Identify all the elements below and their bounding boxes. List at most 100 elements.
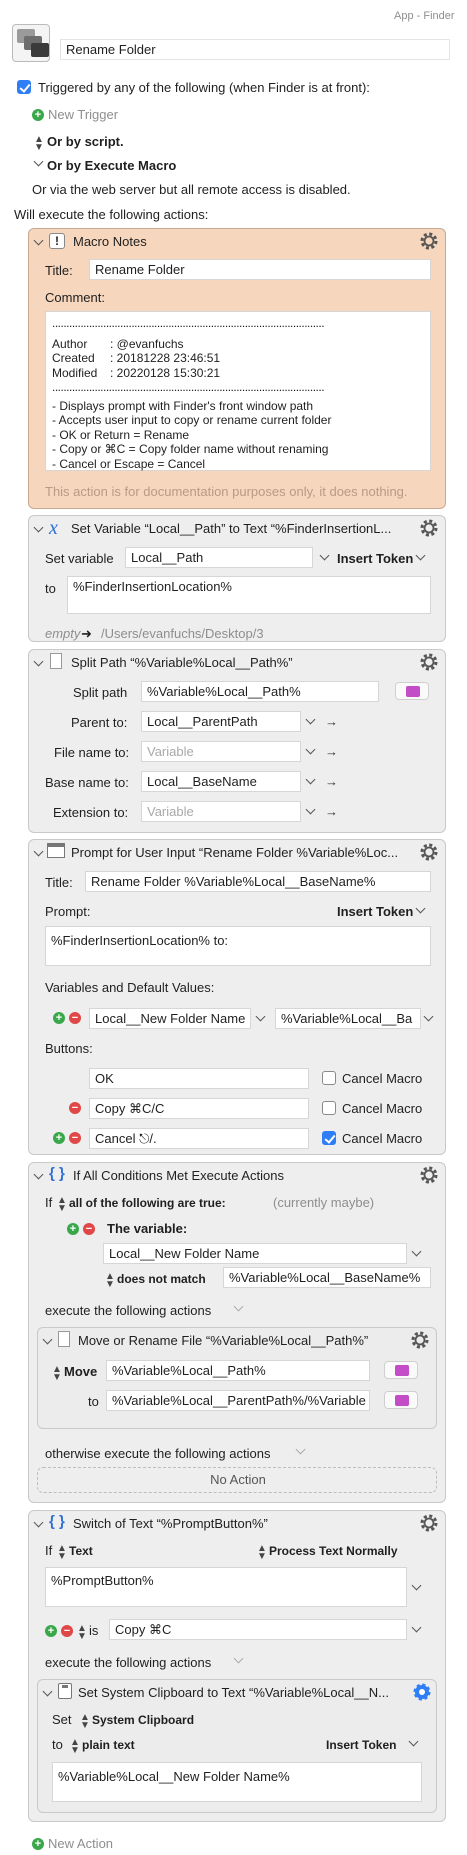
chevron-down-icon[interactable]: [408, 1736, 419, 1747]
new-action-link[interactable]: New Action: [48, 1836, 113, 1852]
set-clipboard-action[interactable]: Set System Clipboard to Text “%Variable%…: [37, 1679, 437, 1813]
prompt-text-field[interactable]: %FinderInsertionLocation% to:: [45, 926, 431, 966]
cancel-macro-checkbox[interactable]: [322, 1101, 336, 1115]
new-action-plus-icon[interactable]: +: [32, 1838, 44, 1850]
button-ok-field[interactable]: OK: [89, 1068, 309, 1089]
plain-text-selector[interactable]: plain text: [82, 1737, 135, 1753]
collapse-chevron-icon[interactable]: [33, 846, 44, 857]
button-cancel-field[interactable]: Cancel ⎋/.: [89, 1128, 309, 1149]
folder-picker-icon[interactable]: [384, 1361, 418, 1379]
updown-icon[interactable]: ▲ ▼: [52, 1365, 62, 1383]
or-by-execute-macro-label[interactable]: Or by Execute Macro: [47, 158, 176, 174]
collapse-chevron-icon[interactable]: [42, 1334, 53, 1345]
collapse-chevron-icon[interactable]: [33, 235, 44, 246]
clipboard-selector[interactable]: System Clipboard: [92, 1712, 194, 1728]
move-mode-selector[interactable]: Move: [64, 1364, 97, 1380]
folder-picker-icon[interactable]: [384, 1391, 418, 1409]
chevron-down-icon[interactable]: [423, 1011, 434, 1022]
file-name-to-field[interactable]: Variable: [141, 741, 301, 762]
chevron-down-icon[interactable]: [411, 1246, 422, 1257]
notes-title-field[interactable]: Rename Folder: [89, 259, 431, 280]
does-not-match-selector[interactable]: does not match: [117, 1271, 206, 1287]
no-action-drop-zone[interactable]: No Action: [37, 1467, 437, 1493]
chevron-down-icon[interactable]: [305, 774, 316, 785]
move-rename-action[interactable]: Move or Rename File “%Variable%Local__Pa…: [37, 1327, 437, 1429]
condition-variable-field[interactable]: Local__New Folder Name: [103, 1243, 407, 1264]
variable-default-field[interactable]: %Variable%Local__Ba: [275, 1008, 421, 1029]
move-to-field[interactable]: %Variable%Local__ParentPath%/%Variable: [106, 1390, 370, 1411]
gear-icon[interactable]: [419, 842, 439, 862]
new-trigger-plus-icon[interactable]: +: [32, 109, 44, 121]
gear-icon[interactable]: [419, 1513, 439, 1533]
split-path-action[interactable]: Split Path “%Variable%Local__Path%” Spli…: [28, 649, 446, 833]
match-value-field[interactable]: %Variable%Local__BaseName%: [223, 1267, 431, 1288]
prompt-title-field[interactable]: Rename Folder %Variable%Local__BaseName%: [85, 871, 431, 892]
chevron-down-icon[interactable]: [233, 1653, 244, 1664]
add-variable-plus-icon[interactable]: +: [53, 1012, 65, 1024]
new-trigger-link[interactable]: New Trigger: [48, 107, 118, 123]
variable-name-field[interactable]: Local__Path: [125, 547, 313, 568]
updown-icon[interactable]: ▲ ▼: [105, 1272, 115, 1290]
insert-token-button[interactable]: Insert Token: [337, 904, 413, 920]
collapse-chevron-icon[interactable]: [42, 1686, 53, 1697]
updown-icon[interactable]: ▲ ▼: [257, 1544, 267, 1562]
chevron-down-icon[interactable]: [305, 714, 316, 725]
chevron-down-icon[interactable]: [415, 550, 426, 561]
all-true-selector[interactable]: all of the following are true:: [69, 1195, 226, 1211]
macro-notes-action[interactable]: ! Macro Notes Title: Rename Folder Comme…: [28, 228, 446, 509]
chevron-down-icon[interactable]: [305, 804, 316, 815]
chevron-down-icon[interactable]: [411, 1622, 422, 1633]
macro-icon[interactable]: [12, 24, 50, 62]
or-by-script-label[interactable]: Or by script.: [47, 134, 124, 150]
to-value-field[interactable]: %FinderInsertionLocation%: [67, 576, 431, 614]
chevron-down-icon[interactable]: [255, 1011, 266, 1022]
arrow-right-icon[interactable]: →: [325, 804, 338, 819]
is-label[interactable]: is: [89, 1623, 98, 1639]
cancel-macro-checkbox[interactable]: [322, 1071, 336, 1085]
insert-token-button[interactable]: Insert Token: [337, 551, 413, 567]
disclosure-chevron-icon[interactable]: [33, 156, 44, 167]
remove-variable-minus-icon[interactable]: −: [69, 1012, 81, 1024]
gear-icon[interactable]: [410, 1330, 430, 1350]
add-case-plus-icon[interactable]: +: [45, 1625, 57, 1637]
collapse-chevron-icon[interactable]: [33, 656, 44, 667]
arrow-right-icon[interactable]: →: [325, 744, 338, 759]
split-path-field[interactable]: %Variable%Local__Path%: [141, 681, 379, 702]
button-copy-field[interactable]: Copy ⌘C/C: [89, 1098, 309, 1119]
chevron-down-icon[interactable]: [233, 1301, 244, 1312]
arrow-right-icon[interactable]: →: [325, 714, 338, 729]
chevron-down-icon[interactable]: [415, 903, 426, 914]
chevron-down-icon[interactable]: [295, 1444, 306, 1455]
set-variable-action[interactable]: x Set Variable “Local__Path” to Text “%F…: [28, 515, 446, 642]
case-value-field[interactable]: Copy ⌘C: [109, 1619, 407, 1640]
macro-name-field[interactable]: Rename Folder: [60, 39, 450, 60]
insert-token-button[interactable]: Insert Token: [326, 1737, 396, 1753]
parent-to-field[interactable]: Local__ParentPath: [141, 711, 301, 732]
collapse-chevron-icon[interactable]: [33, 1517, 44, 1528]
collapse-chevron-icon[interactable]: [33, 522, 44, 533]
remove-button-minus-icon[interactable]: −: [69, 1102, 81, 1114]
remove-button-minus-icon[interactable]: −: [69, 1132, 81, 1144]
remove-case-minus-icon[interactable]: −: [61, 1625, 73, 1637]
chevron-down-icon[interactable]: [411, 1580, 422, 1591]
updown-icon[interactable]: ▲ ▼: [77, 1624, 87, 1642]
updown-icon[interactable]: ▲ ▼: [34, 135, 44, 153]
variable-dropdown-icon[interactable]: [319, 550, 330, 561]
gear-icon[interactable]: [412, 1682, 432, 1702]
prompt-user-input-action[interactable]: Prompt for User Input “Rename Folder %Va…: [28, 839, 446, 1155]
gear-icon[interactable]: [419, 231, 439, 251]
folder-picker-icon[interactable]: [395, 682, 429, 700]
add-condition-plus-icon[interactable]: +: [67, 1223, 79, 1235]
collapse-chevron-icon[interactable]: [33, 1169, 44, 1180]
updown-icon[interactable]: ▲ ▼: [70, 1738, 80, 1756]
updown-icon[interactable]: ▲ ▼: [80, 1713, 90, 1731]
arrow-right-icon[interactable]: →: [325, 774, 338, 789]
gear-icon[interactable]: [419, 1165, 439, 1185]
extension-to-field[interactable]: Variable: [141, 801, 301, 822]
chevron-down-icon[interactable]: [305, 744, 316, 755]
updown-icon[interactable]: ▲ ▼: [57, 1544, 67, 1562]
base-name-to-field[interactable]: Local__BaseName: [141, 771, 301, 792]
add-button-plus-icon[interactable]: +: [53, 1132, 65, 1144]
move-from-field[interactable]: %Variable%Local__Path%: [106, 1360, 370, 1381]
variable-name-field[interactable]: Local__New Folder Name: [89, 1008, 251, 1029]
